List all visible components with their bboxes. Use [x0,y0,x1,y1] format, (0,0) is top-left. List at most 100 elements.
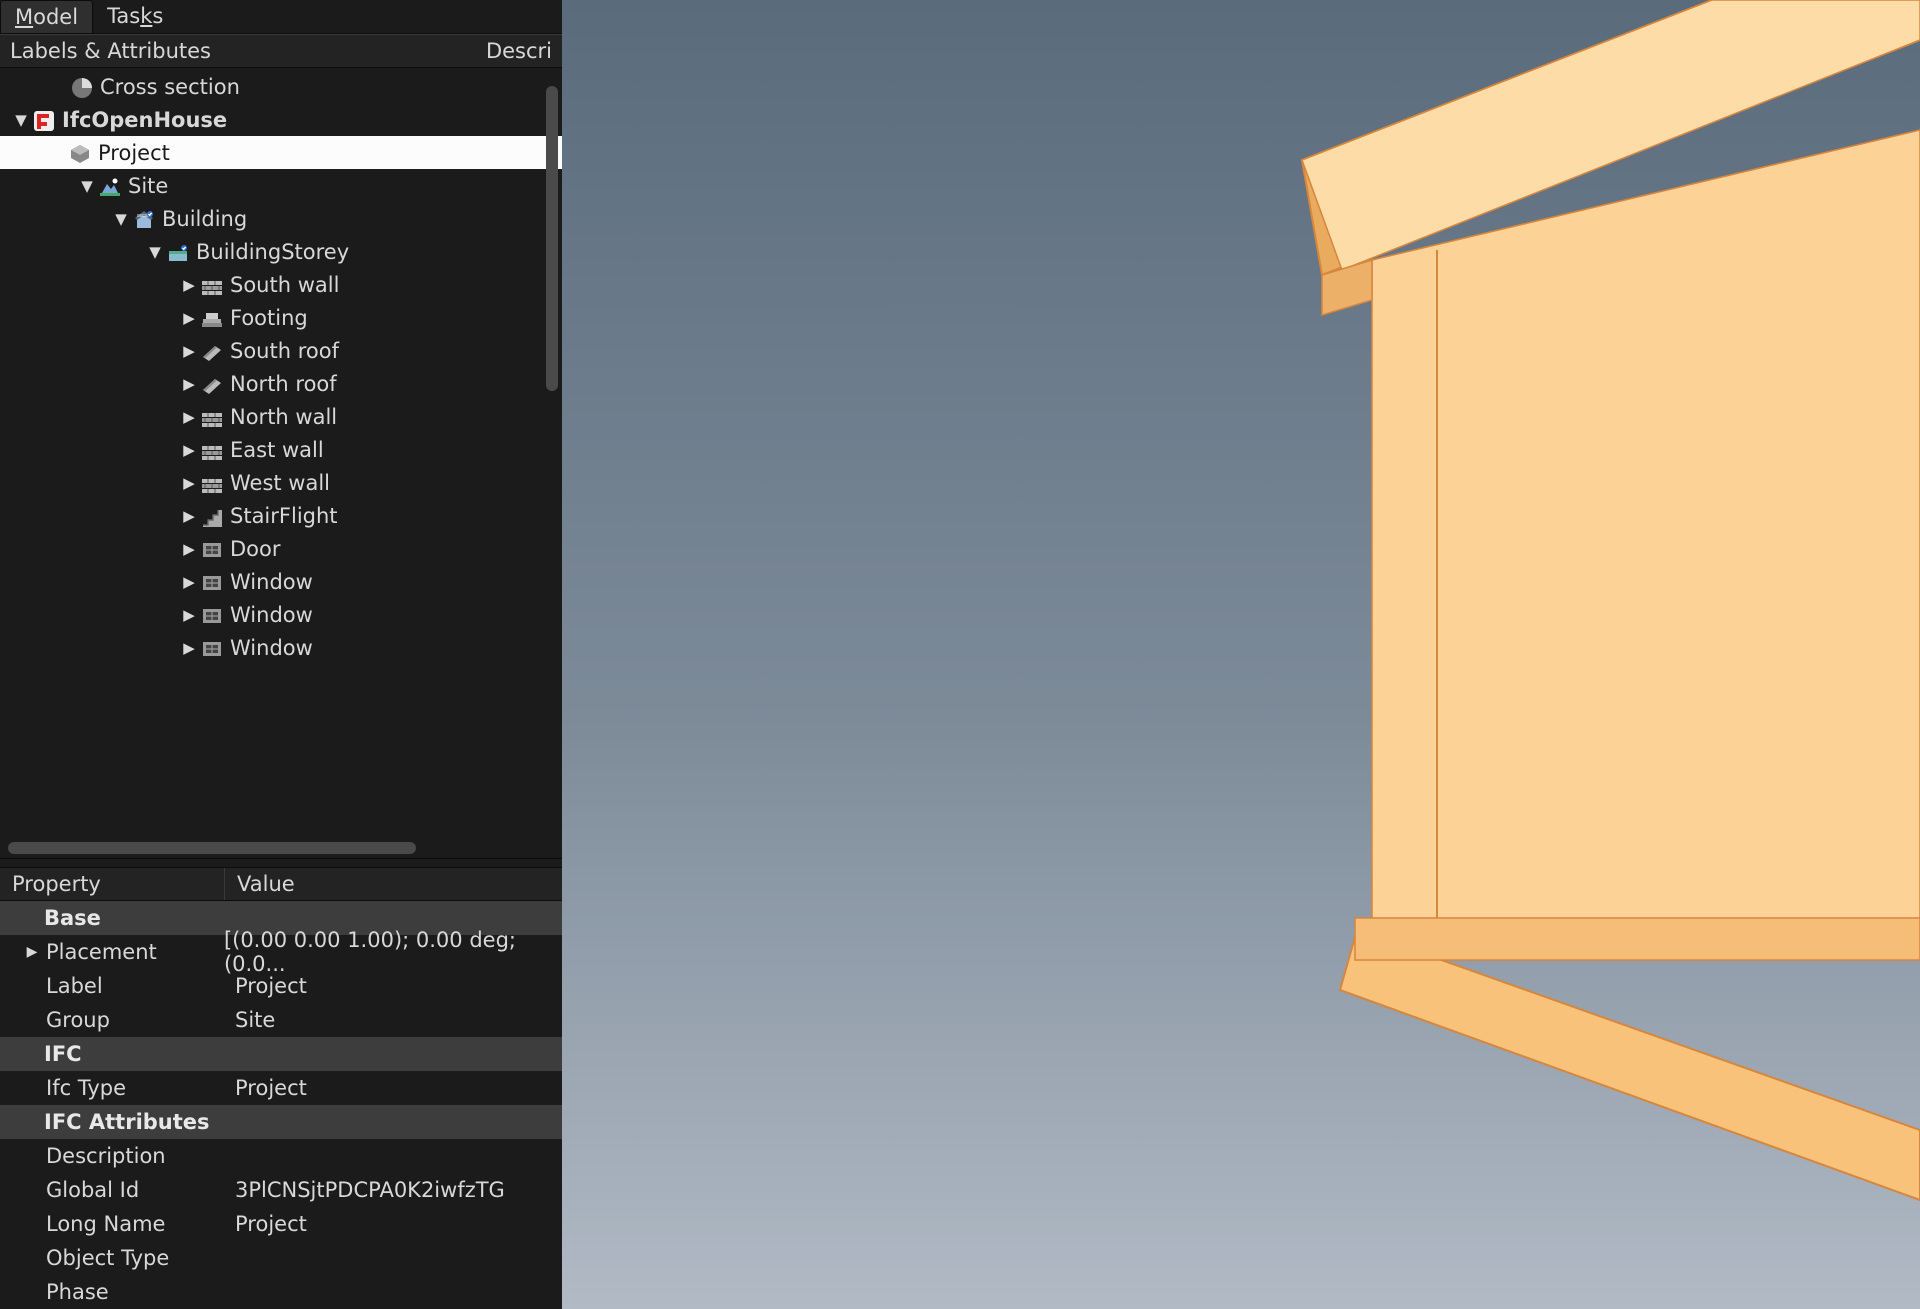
caret-right-icon[interactable]: ▶ [180,507,198,525]
tree-label: Door [230,537,281,561]
prop-longname[interactable]: Long NameProject [0,1207,562,1241]
scroll-thumb[interactable] [8,842,416,854]
tree-label: Window [230,570,313,594]
tree-item-east-wall-5[interactable]: ▶ East wall [0,433,562,466]
roof-icon [198,372,224,396]
tree-item-storey[interactable]: ▼ BuildingStorey [0,235,562,268]
tab-tasks[interactable]: Tasks [93,0,177,33]
chevron-right-icon[interactable]: ▶ [22,944,42,960]
tab-model-label: Model [15,5,78,29]
tab-model[interactable]: Model [0,0,93,33]
prop-placement[interactable]: ▶ Placement [(0.00 0.00 1.00); 0.00 deg;… [0,935,562,969]
tree-item-north-wall-4[interactable]: ▶ North wall [0,400,562,433]
caret-down-icon[interactable]: ▼ [12,111,30,129]
tree-header-col2[interactable]: Descri [476,35,562,67]
tree-item-building[interactable]: ▼ Building [0,202,562,235]
props-header-value[interactable]: Value [225,868,307,900]
tree-panel: ▶ Cross section ▼ IfcOpenHouse ▶ Project [0,68,562,858]
opening-icon [198,570,224,594]
prop-group-ifcattrs[interactable]: IFC Attributes [0,1105,562,1139]
tree-hscrollbar[interactable] [8,842,538,854]
opening-icon [198,603,224,627]
tree-label: BuildingStorey [196,240,349,264]
caret-right-icon[interactable]: ▶ [180,606,198,624]
prop-objecttype[interactable]: Object Type [0,1241,562,1275]
caret-right-icon[interactable]: ▶ [180,639,198,657]
tree-item-door-8[interactable]: ▶ Door [0,532,562,565]
prop-name: Description [0,1144,225,1168]
caret-down-icon[interactable]: ▼ [112,210,130,228]
scroll-thumb[interactable] [546,86,558,391]
splitter[interactable] [0,858,562,868]
project-icon [66,141,92,165]
roof-icon [198,339,224,363]
property-panel: Base ▶ Placement [(0.00 0.00 1.00); 0.00… [0,901,562,1309]
caret-down-icon[interactable]: ▼ [78,177,96,195]
tree-label: North roof [230,372,337,396]
caret-right-icon[interactable]: ▶ [180,276,198,294]
tree-scroll[interactable]: ▶ Cross section ▼ IfcOpenHouse ▶ Project [0,68,562,858]
tree-item-south-roof-2[interactable]: ▶South roof [0,334,562,367]
caret-right-icon[interactable]: ▶ [180,342,198,360]
tree-item-west-wall-6[interactable]: ▶ West wall [0,466,562,499]
prop-globalid[interactable]: Global Id3PlCNSjtPDCPA0K2iwfzTG [0,1173,562,1207]
prop-value: Project [225,1212,307,1236]
tree-item-north-roof-3[interactable]: ▶ North roof [0,367,562,400]
stair-icon [198,504,224,528]
prop-name: Object Type [0,1246,225,1270]
tree-item-footing-1[interactable]: ▶Footing [0,301,562,334]
prop-name: Phase [0,1280,225,1304]
prop-phase[interactable]: Phase [0,1275,562,1309]
wall-icon [198,273,224,297]
prop-name: Long Name [0,1212,225,1236]
tree-label: East wall [230,438,324,462]
caret-right-icon[interactable]: ▶ [180,573,198,591]
wall-icon [198,405,224,429]
building-render [562,0,1920,1309]
prop-description[interactable]: Description [0,1139,562,1173]
caret-down-icon[interactable]: ▼ [146,243,164,261]
tree-label: IfcOpenHouse [62,108,227,132]
opening-icon [198,636,224,660]
tree-label: Site [128,174,168,198]
tree-item-window-9[interactable]: ▶ Window [0,565,562,598]
tree-label: West wall [230,471,330,495]
caret-right-icon[interactable]: ▶ [180,474,198,492]
tree-item-root[interactable]: ▼ IfcOpenHouse [0,103,562,136]
prop-name: Group [0,1008,225,1032]
prop-value: [(0.00 0.00 1.00); 0.00 deg; (0.0... [214,928,562,976]
props-header-property[interactable]: Property [0,868,225,900]
prop-group-ifc[interactable]: IFC [0,1037,562,1071]
app-root: Model Tasks Labels & Attributes Descri ▶… [0,0,1920,1309]
caret-right-icon[interactable]: ▶ [180,408,198,426]
prop-value: Project [225,974,307,998]
prop-group[interactable]: GroupSite [0,1003,562,1037]
tab-tasks-label: Tasks [107,4,163,28]
caret-right-icon[interactable]: ▶ [180,309,198,327]
tree-label: South wall [230,273,339,297]
tree-item-window-10[interactable]: ▶Window [0,598,562,631]
prop-value: 3PlCNSjtPDCPA0K2iwfzTG [225,1178,505,1202]
storey-icon [164,240,190,264]
tree-item-project[interactable]: ▶ Project [0,136,562,169]
tree-item-stairflight-7[interactable]: ▶StairFlight [0,499,562,532]
tree-label: Project [98,141,170,165]
tree-label: North wall [230,405,337,429]
tree-item-window-11[interactable]: ▶Window [0,631,562,664]
caret-right-icon[interactable]: ▶ [180,540,198,558]
tree-item-cross-section[interactable]: ▶ Cross section [0,70,562,103]
tree-item-site[interactable]: ▼ Site [0,169,562,202]
building-icon [130,207,156,231]
caret-right-icon[interactable]: ▶ [180,441,198,459]
prop-name: Global Id [0,1178,225,1202]
prop-name: Ifc Type [0,1076,225,1100]
tree-item-south-wall-0[interactable]: ▶ South wall [0,268,562,301]
prop-ifctype[interactable]: Ifc TypeProject [0,1071,562,1105]
caret-right-icon[interactable]: ▶ [180,375,198,393]
prop-value: Project [225,1076,307,1100]
sidebar: Model Tasks Labels & Attributes Descri ▶… [0,0,562,1309]
site-icon [96,174,122,198]
3d-viewport[interactable] [562,0,1920,1309]
tree-header-col1[interactable]: Labels & Attributes [0,35,476,67]
tree-vscrollbar[interactable] [546,68,558,834]
